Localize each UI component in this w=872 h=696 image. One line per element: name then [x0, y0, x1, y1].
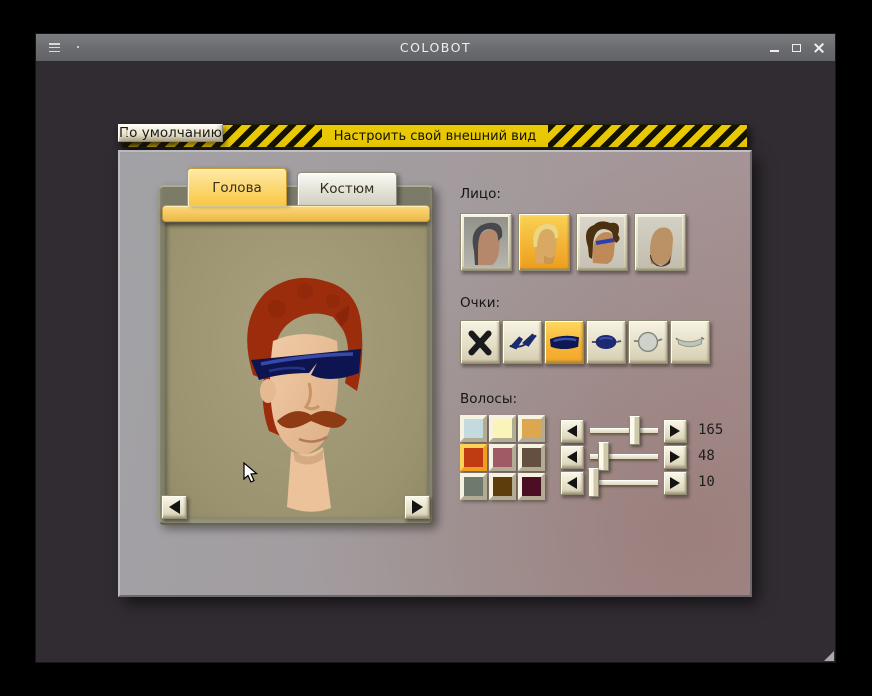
- slider-increase-button[interactable]: [663, 471, 687, 495]
- maximize-icon: [792, 43, 801, 52]
- left-triangle-icon: [567, 425, 577, 437]
- face-option-2-selected[interactable]: [518, 213, 570, 271]
- appearance-dialog: Настроить свой внешний вид Голова Костюм: [118, 124, 752, 597]
- titlebar[interactable]: COLOBOT: [36, 34, 835, 61]
- tab-suit[interactable]: Костюм: [297, 172, 397, 206]
- right-triangle-icon: [670, 477, 680, 489]
- hair-color-swatch-8[interactable]: [489, 473, 516, 500]
- close-icon: [814, 42, 825, 53]
- right-triangle-icon: [411, 500, 423, 514]
- dialog-title: Настроить свой внешний вид: [321, 125, 549, 147]
- slider-decrease-button[interactable]: [560, 445, 584, 469]
- minimize-button[interactable]: [769, 42, 781, 54]
- app-window: COLOBOT Настроить свой внешний вид Голов…: [35, 33, 836, 663]
- screen: COLOBOT Настроить свой внешний вид Голов…: [0, 0, 872, 696]
- slider-track[interactable]: [590, 416, 658, 445]
- face-thumbnail-bald-beard: [638, 217, 682, 267]
- no-glasses-x-icon: [468, 330, 492, 356]
- slider-thumb[interactable]: [598, 442, 609, 471]
- resize-grip[interactable]: [824, 651, 834, 661]
- slider-decrease-button[interactable]: [560, 471, 584, 495]
- glasses-section-label: Очки:: [460, 295, 501, 311]
- minimize-icon: [770, 49, 779, 52]
- glasses-option-oval[interactable]: [586, 320, 626, 364]
- right-triangle-icon: [670, 425, 680, 437]
- slider-increase-button[interactable]: [663, 419, 687, 443]
- titlebar-dot: [77, 46, 79, 48]
- hair-color-swatch-2[interactable]: [489, 415, 516, 442]
- hazard-stripes-right-icon: [548, 125, 748, 147]
- slider-increase-button[interactable]: [663, 445, 687, 469]
- preview-next-button[interactable]: [404, 495, 430, 519]
- glasses-option-none[interactable]: [460, 320, 500, 364]
- left-triangle-icon: [168, 500, 180, 514]
- face-section-label: Лицо:: [460, 186, 501, 202]
- default-button[interactable]: По умолчанию: [118, 124, 223, 142]
- slider-track[interactable]: [588, 468, 658, 497]
- slider-value: 165: [698, 422, 724, 438]
- face-option-4[interactable]: [634, 213, 686, 271]
- slider-thumb[interactable]: [629, 416, 640, 445]
- slider-track[interactable]: [590, 442, 658, 471]
- slider-value: 48: [698, 448, 715, 464]
- slider-row-blue: 10: [560, 468, 750, 497]
- visor-icon: [675, 336, 705, 348]
- tab-head[interactable]: Голова: [187, 168, 287, 206]
- hair-section-label: Волосы:: [460, 391, 518, 407]
- glasses-option-visor[interactable]: [670, 320, 710, 364]
- window-controls: [769, 34, 825, 61]
- face-thumbnail-dark-haired: [464, 217, 508, 267]
- face-thumbnail-blond: [522, 217, 566, 267]
- hair-color-swatch-9[interactable]: [518, 473, 545, 500]
- hair-color-swatch-5[interactable]: [489, 444, 516, 471]
- hair-color-swatch-6[interactable]: [518, 444, 545, 471]
- window-title: COLOBOT: [399, 40, 472, 55]
- oval-glasses-icon: [591, 334, 622, 350]
- half-frame-glasses-icon: [509, 333, 537, 350]
- right-triangle-icon: [670, 451, 680, 463]
- wrap-sunglasses-icon: [549, 335, 580, 350]
- slider-row-red: 165: [560, 416, 750, 445]
- character-head-image: [247, 277, 363, 512]
- slider-decrease-button[interactable]: [560, 419, 584, 443]
- hair-color-swatch-3[interactable]: [518, 415, 545, 442]
- close-button[interactable]: [813, 42, 825, 54]
- slider-value: 10: [698, 474, 715, 490]
- maximize-button[interactable]: [791, 42, 803, 54]
- left-triangle-icon: [567, 477, 577, 489]
- glasses-option-monocle[interactable]: [628, 320, 668, 364]
- glasses-option-half-frame[interactable]: [502, 320, 542, 364]
- left-triangle-icon: [567, 451, 577, 463]
- face-option-1[interactable]: [460, 213, 512, 271]
- glasses-option-wrap-selected[interactable]: [544, 320, 584, 364]
- hair-color-swatch-1[interactable]: [460, 415, 487, 442]
- mouse-cursor: [243, 462, 258, 483]
- hamburger-icon[interactable]: [49, 43, 60, 52]
- preview-prev-button[interactable]: [161, 495, 187, 519]
- character-preview: [165, 223, 427, 518]
- round-monocle-icon: [633, 331, 663, 353]
- hair-color-swatch-7[interactable]: [460, 473, 487, 500]
- hair-color-swatch-4-selected[interactable]: [460, 444, 487, 471]
- slider-thumb[interactable]: [588, 468, 599, 497]
- face-option-3[interactable]: [576, 213, 628, 271]
- face-thumbnail-glasses: [580, 217, 624, 267]
- tab-strip: [162, 205, 430, 222]
- slider-row-green: 48: [560, 442, 750, 471]
